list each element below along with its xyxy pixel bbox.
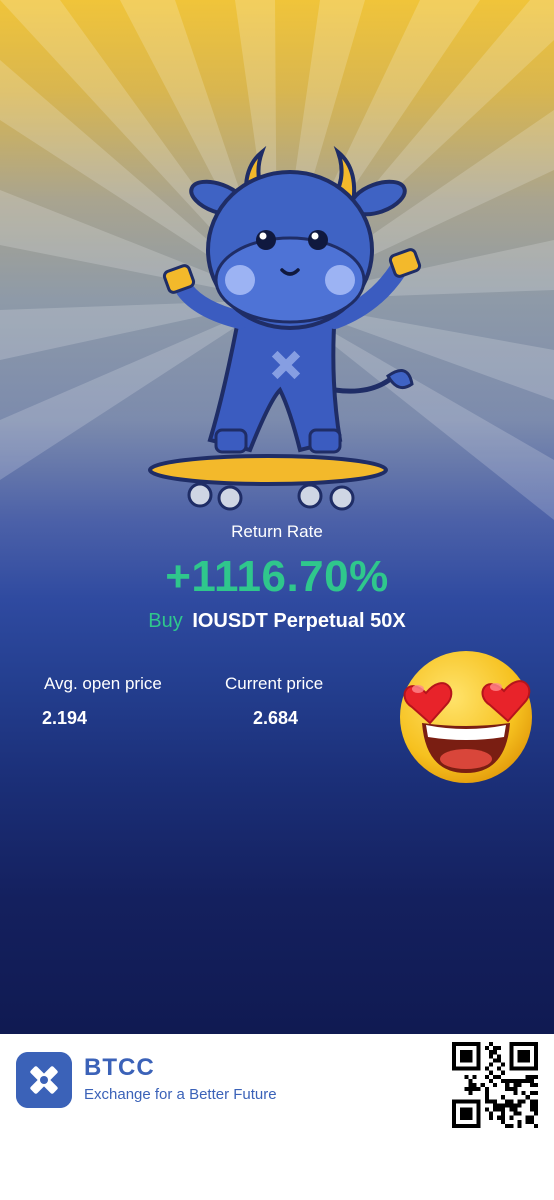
btcc-logo-icon — [16, 1052, 72, 1108]
heart-eyes-emoji-icon — [400, 651, 532, 783]
trade-side: Buy — [148, 610, 183, 632]
current-price-value: 2.684 — [253, 708, 299, 728]
return-rate-label: Return Rate — [231, 522, 323, 541]
brand-footer: BTCC Exchange for a Better Future — [0, 1034, 554, 1200]
current-price-block: Current price 2.684 — [225, 674, 323, 729]
avg-open-price-value: 2.194 — [42, 708, 88, 728]
return-rate-value: +1116.70% — [165, 552, 389, 601]
share-card: Return Rate +1116.70% Buy IOUSDT Perpetu… — [0, 0, 554, 1034]
brand-slogan: Exchange for a Better Future — [84, 1086, 277, 1103]
avg-open-price-label: Avg. open price — [44, 674, 162, 693]
position-summary: Buy IOUSDT Perpetual 50X — [0, 610, 554, 633]
bull-mascot-image — [148, 145, 422, 511]
trading-pair: IOUSDT Perpetual 50X — [192, 610, 406, 632]
qr-code-icon[interactable] — [452, 1042, 538, 1128]
avg-open-price-block: Avg. open price 2.194 — [42, 674, 162, 729]
current-price-label: Current price — [225, 674, 324, 693]
brand-name: BTCC — [84, 1054, 155, 1081]
